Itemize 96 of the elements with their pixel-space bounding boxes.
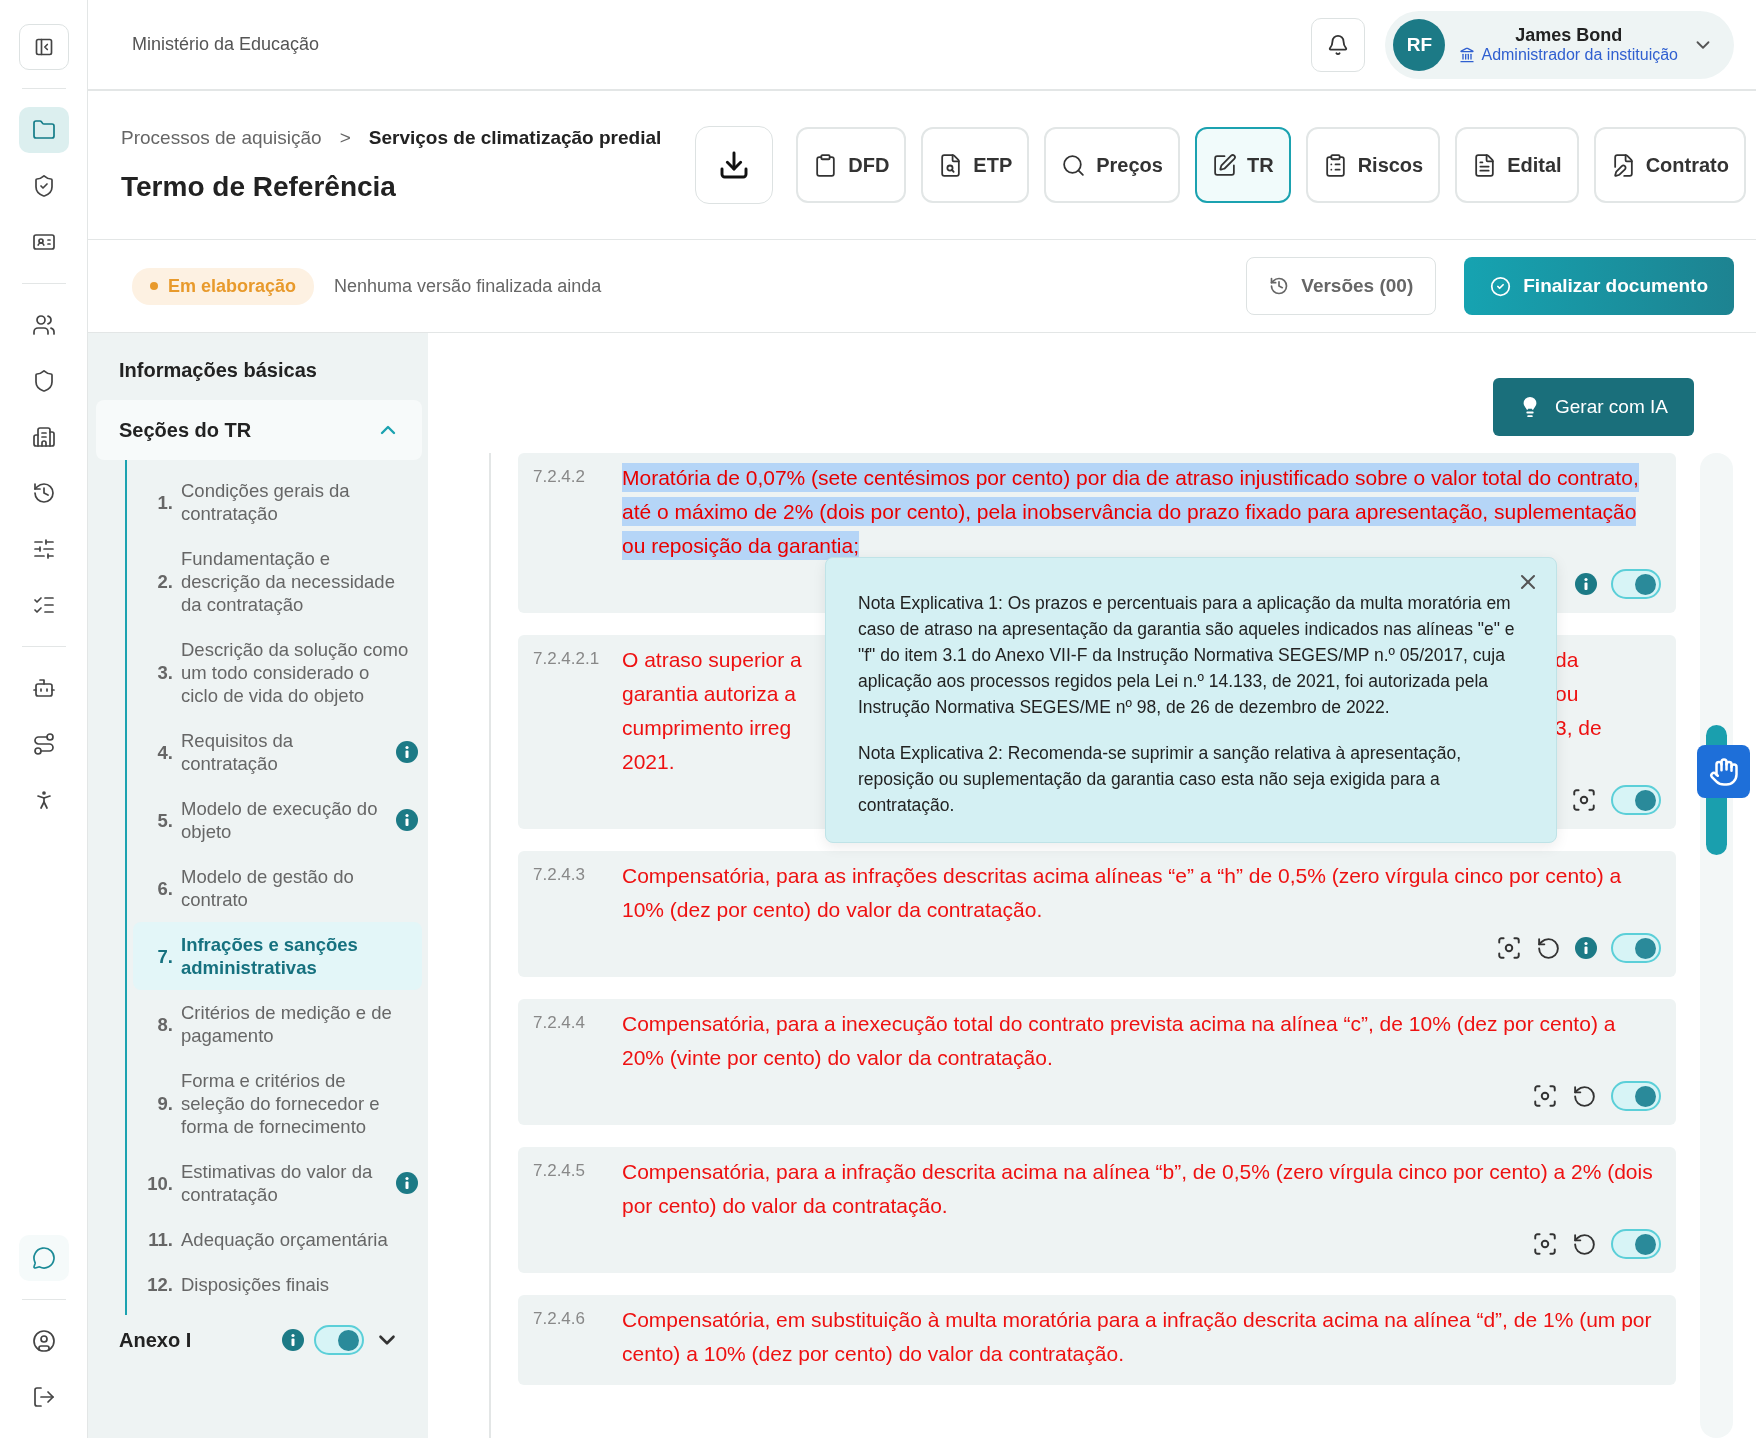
document-tab[interactable]: Contrato [1593,127,1746,203]
toggle-switch[interactable] [1611,785,1661,815]
hand-icon [1708,756,1739,787]
info-icon[interactable] [1575,937,1597,959]
section-item[interactable]: 3. Descrição da solução como um todo considerado o ciclo de vida do objeto [133,627,422,718]
chat-bubble-icon [31,1246,56,1270]
finalize-button[interactable]: Finalizar documento [1464,257,1734,315]
collapse-button[interactable] [18,24,69,70]
route-icon [31,732,56,756]
building-icon [31,425,56,449]
info-icon[interactable] [1575,573,1597,595]
reset-button[interactable] [1572,1083,1597,1109]
reset-icon [1536,935,1561,961]
focus-icon [1532,1083,1558,1109]
organization-name: Ministério da Educação [132,34,321,55]
user-menu[interactable]: RF James Bond Administrador da instituição [1385,10,1734,79]
reset-button[interactable] [1572,1231,1597,1257]
institution-icon [1459,47,1476,63]
section-item[interactable]: 12. Disposições finais [133,1262,422,1307]
document-tab[interactable]: DFD [796,127,907,203]
info-icon[interactable] [396,1172,418,1194]
user-circle-icon [31,1329,56,1353]
section-item[interactable]: 9. Forma e critérios de seleção do fornecedor e forma de fornecimento [133,1058,422,1149]
reset-button[interactable] [1536,935,1561,961]
clause-text: 2021. [622,750,675,773]
clause-text: O atraso superior a [622,648,802,671]
versions-button[interactable]: Versões (00) [1246,257,1437,315]
annex-title[interactable]: Anexo I [119,1328,272,1352]
focus-icon [1532,1231,1558,1257]
document-tab[interactable]: Preços [1044,127,1180,203]
focus-button[interactable] [1532,1231,1558,1257]
reset-icon [1572,1231,1597,1257]
section-heading[interactable]: Informações básicas [96,359,422,382]
check-circle-icon [1490,275,1512,297]
avatar: RF [1393,18,1446,71]
focus-icon [1496,935,1522,961]
toggle-switch[interactable] [1611,1229,1661,1259]
sliders-icon [31,537,56,561]
focus-button[interactable] [1532,1083,1558,1109]
panel-collapse-icon [33,37,54,57]
clause-number: 7.2.4.3 [533,864,586,886]
clause-text: Compensatória, para a infração descrita acima na alínea “b”, de 0,5% (zero vírgula cinco por cento) a 2% (dois por cento) do valor da contratação. [622,1159,1654,1219]
breadcrumb-separator: > [339,127,351,149]
clause-number: 7.2.4.6 [533,1308,586,1330]
toggle-switch[interactable] [1611,1081,1661,1111]
focus-icon [1571,787,1597,813]
document-tab[interactable]: ETP [921,127,1030,203]
clause-text: cumprimento irreg [622,716,792,739]
version-note: Nenhuma versão finalizada ainda [334,275,603,297]
section-group-header[interactable]: Seções do TR [96,400,422,460]
focus-button[interactable] [1571,787,1597,813]
clause-text: Compensatória, para a inexecução total do contrato prevista acima na alínea “c”, de 10% (dez por cento) a 20% (vinte por cento) do valor da contratação. [622,1011,1617,1071]
toggle-switch[interactable] [1611,933,1661,963]
section-item[interactable]: 11. Adequação orçamentária [133,1217,422,1262]
toggle-switch[interactable] [314,1325,364,1355]
tooltip-paragraph: Nota Explicativa 1: Os prazos e percentuais para a aplicação da multa moratória em caso de atraso na apresentação da garantia são aqueles indicados nas alíneas "e" e "f" do item 3.1 do Anexo VII-F da Instrução Normativa SEGES/MP n.º 05/2017, cuja aplicação aos processos regidos pela Lei n.º 14.133, de 2021, foi autorizada pela Instrução Normativa SEGES/ME nº 98, de 26 de dezembro de 2022. [858,592,1516,719]
generate-ai-button[interactable]: Gerar com IA [1493,378,1694,436]
info-icon[interactable] [282,1329,304,1351]
info-icon[interactable] [396,809,418,831]
breadcrumb-current: Serviços de climatização predial [368,127,662,149]
clause-text: 3, de [1555,716,1602,739]
info-icon[interactable] [396,741,418,763]
magnifier-icon [1061,152,1087,178]
toggle-switch[interactable] [1611,569,1661,599]
section-item[interactable]: 8. Critérios de medição e de pagamento [133,990,422,1058]
clause-number: 7.2.4.2.1 [533,648,601,670]
user-name: James Bond [1515,25,1623,46]
document-tab[interactable]: TR [1194,127,1291,203]
history-icon [1269,276,1290,296]
tooltip-paragraph: Nota Explicativa 2: Recomenda-se suprimir a sanção relativa à apresentação, reposição ou suplementação da garantia caso esta não seja exigida para a contratação. [858,742,1463,817]
clause-text: garantia autoriza a [622,682,796,705]
status-badge: Em elaboração [132,267,315,305]
folder-icon [31,118,56,142]
edit-icon [1211,152,1237,178]
download-button[interactable] [695,126,774,204]
user-role: Administrador da instituição [1481,46,1678,64]
clause-number: 7.2.4.2 [533,466,586,488]
scrollbar[interactable] [1700,453,1733,1438]
clause-text: Compensatória, para as infrações descritas acima alíneas “e” a “h” de 0,5% (zero vírgula cinco por cento) a 10% (dez por cento) do valor da contratação. [622,863,1623,923]
clause-text: Compensatória, em substituição à multa moratória para a infração descrita acima na alínea “d”, de 1% (um por cento) a 10% (dez por cento) do valor da contratação. [622,1307,1653,1367]
accessibility-button[interactable] [1697,745,1750,798]
users-icon [31,313,56,337]
clause-number: 7.2.4.4 [533,1012,586,1034]
focus-button[interactable] [1496,935,1522,961]
notifications-button[interactable] [1311,17,1366,72]
page-title: Termo de Referência [121,171,397,203]
breadcrumb-link[interactable]: Processos de aquisição [121,127,322,149]
clause-number: 7.2.4.5 [533,1160,586,1182]
document-tab[interactable]: Riscos [1305,127,1441,203]
logout-icon [31,1385,56,1409]
robot-icon [31,676,56,700]
reset-icon [1572,1083,1597,1109]
document-tab[interactable]: Edital [1455,127,1579,203]
history-icon [31,481,56,505]
bell-icon [1327,33,1350,56]
section-item[interactable]: 2. Fundamentação e descrição da necessidade da contratação [133,536,422,627]
